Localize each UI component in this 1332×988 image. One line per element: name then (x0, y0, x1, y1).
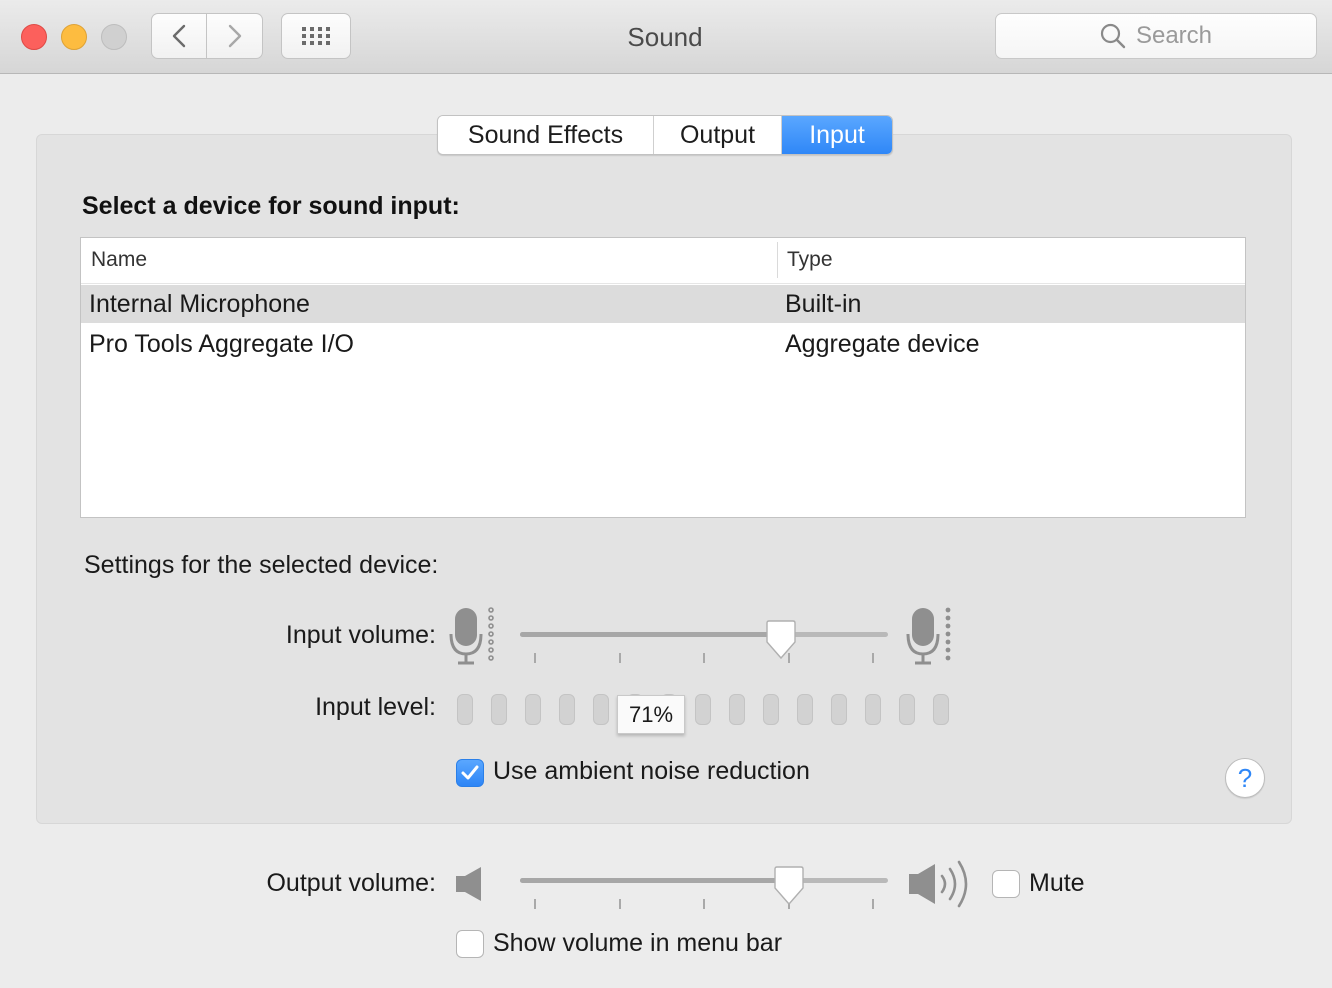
level-segment (865, 694, 881, 725)
search-icon (1100, 23, 1126, 49)
zoom-button[interactable] (101, 24, 127, 50)
slider-tick (619, 653, 621, 663)
output-volume-label: Output volume: (266, 869, 436, 897)
level-segment (933, 694, 949, 725)
mute-label[interactable]: Mute (1029, 869, 1085, 898)
close-button[interactable] (21, 24, 47, 50)
slider-tick (619, 899, 621, 909)
level-segment (457, 694, 473, 725)
table-row[interactable]: Internal Microphone Built-in (81, 285, 1245, 323)
input-volume-thumb[interactable] (765, 620, 797, 660)
level-segment (695, 694, 711, 725)
device-table[interactable]: Name Type Internal Microphone Built-in P… (80, 237, 1246, 518)
output-volume-slider[interactable] (520, 878, 888, 883)
chevron-left-icon (172, 24, 186, 48)
ambient-noise-label[interactable]: Use ambient noise reduction (493, 757, 810, 786)
search-field[interactable]: Search (995, 13, 1317, 59)
speaker-low-icon (456, 867, 481, 901)
device-type: Built-in (785, 290, 862, 318)
show-volume-menu-bar-label[interactable]: Show volume in menu bar (493, 929, 782, 958)
input-level-label: Input level: (315, 693, 436, 721)
level-segment (729, 694, 745, 725)
input-level-tooltip: 71% (617, 695, 685, 734)
level-segment (525, 694, 541, 725)
settings-heading: Settings for the selected device: (84, 551, 439, 579)
column-divider[interactable] (777, 242, 778, 278)
search-placeholder: Search (1135, 22, 1213, 49)
level-segment (593, 694, 609, 725)
checkmark-icon (461, 765, 479, 780)
device-name: Internal Microphone (89, 290, 310, 318)
ambient-noise-checkbox[interactable] (456, 759, 484, 787)
microphone-high-icon (906, 607, 951, 665)
help-button[interactable]: ? (1225, 758, 1265, 798)
forward-button[interactable] (207, 13, 263, 59)
table-header: Name Type (81, 238, 1245, 284)
grid-icon (302, 27, 330, 45)
microphone-low-icon (449, 607, 494, 665)
show-volume-menu-bar-checkbox[interactable] (456, 930, 484, 958)
column-header-name[interactable]: Name (91, 248, 147, 272)
level-segment (491, 694, 507, 725)
chevron-right-icon (228, 24, 241, 48)
device-heading: Select a device for sound input: (82, 192, 460, 220)
slider-tick (872, 653, 874, 663)
input-volume-slider[interactable] (520, 632, 888, 637)
speaker-high-icon (909, 860, 968, 908)
window-title: Sound (627, 22, 703, 52)
slider-tick (703, 653, 705, 663)
level-segment (899, 694, 915, 725)
output-volume-fill (520, 878, 789, 883)
table-row[interactable]: Pro Tools Aggregate I/O Aggregate device (81, 325, 1245, 363)
device-name: Pro Tools Aggregate I/O (89, 330, 354, 358)
device-type: Aggregate device (785, 330, 980, 358)
show-all-button[interactable] (281, 13, 351, 59)
level-segment (559, 694, 575, 725)
tab-input[interactable]: Input (782, 116, 892, 154)
tab-sound-effects[interactable]: Sound Effects (438, 116, 654, 154)
minimize-button[interactable] (61, 24, 87, 50)
level-segment (797, 694, 813, 725)
slider-tick (534, 899, 536, 909)
column-header-type[interactable]: Type (787, 248, 833, 272)
back-button[interactable] (151, 13, 207, 59)
slider-tick (703, 899, 705, 909)
output-volume-thumb[interactable] (773, 866, 805, 906)
slider-tick (872, 899, 874, 909)
tab-bar: Sound Effects Output Input (437, 115, 893, 155)
slider-tick (534, 653, 536, 663)
mute-checkbox[interactable] (992, 870, 1020, 898)
title-bar: Sound Search (0, 0, 1332, 74)
tab-output[interactable]: Output (654, 116, 782, 154)
level-segment (831, 694, 847, 725)
input-volume-fill (520, 632, 782, 637)
input-volume-label: Input volume: (285, 621, 436, 649)
level-segment (763, 694, 779, 725)
